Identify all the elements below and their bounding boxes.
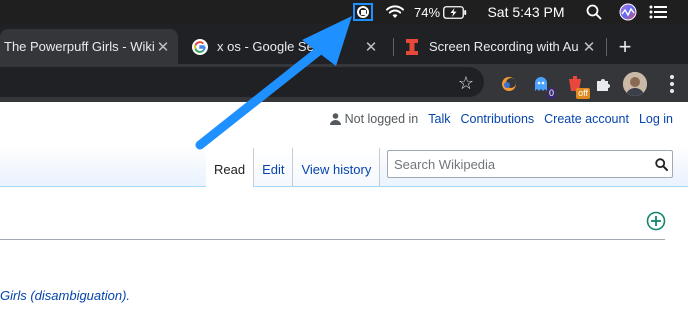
menu-bar: 74% Sat 5:43 PM	[0, 0, 688, 24]
new-tab-button[interactable]: +	[612, 34, 638, 60]
control-center-icon[interactable]	[648, 0, 668, 24]
recording-app-icon	[404, 38, 420, 55]
extension-ghost-icon[interactable]: 0	[530, 73, 556, 99]
close-icon[interactable]: ✕	[580, 38, 598, 56]
clock[interactable]: Sat 5:43 PM	[482, 0, 570, 24]
user-icon	[329, 113, 341, 125]
tab-title: x os - Google Se	[217, 39, 314, 54]
google-icon	[192, 38, 208, 55]
highlight-box	[353, 3, 373, 21]
search-input[interactable]	[388, 152, 650, 176]
stop-recording-button[interactable]	[350, 0, 376, 24]
tab-read[interactable]: Read	[206, 148, 254, 187]
close-icon[interactable]: ✕	[362, 38, 380, 56]
wikipedia-page: Not logged in Talk Contributions Create …	[0, 102, 688, 317]
extension-badge: off	[576, 88, 590, 99]
tab-strip: The Powerpuff Girls - Wiki ✕ x os - Goog…	[0, 24, 688, 64]
tab-separator	[393, 38, 394, 56]
extensions-puzzle-icon[interactable]	[592, 73, 614, 95]
bookmark-star-icon[interactable]: ☆	[456, 73, 476, 93]
browser-menu-icon[interactable]	[664, 72, 680, 96]
log-in-link[interactable]: Log in	[639, 112, 673, 126]
heading-divider	[0, 239, 665, 240]
tab-view-history[interactable]: View history	[292, 148, 381, 186]
tab-title: Screen Recording with Au	[429, 39, 579, 54]
view-tabs: Read Edit View history	[206, 148, 381, 187]
tab-title: The Powerpuff Girls - Wiki	[4, 39, 154, 54]
wikipedia-search	[387, 150, 673, 178]
siri-icon[interactable]	[618, 0, 638, 24]
add-circle-icon[interactable]	[646, 211, 666, 231]
search-icon[interactable]	[650, 153, 672, 175]
battery-icon[interactable]	[443, 0, 467, 24]
contributions-link[interactable]: Contributions	[461, 112, 535, 126]
extension-orange-icon[interactable]	[498, 73, 520, 95]
spotlight-search-icon[interactable]	[584, 0, 604, 24]
create-account-link[interactable]: Create account	[544, 112, 629, 126]
disambiguation-link[interactable]: Girls (disambiguation).	[0, 288, 130, 303]
not-logged-in-text: Not logged in	[344, 112, 419, 126]
address-bar[interactable]	[0, 67, 484, 97]
tab-edit[interactable]: Edit	[253, 148, 293, 186]
tab-google[interactable]: x os - Google Se ✕	[186, 29, 386, 64]
extension-off-icon[interactable]: off	[564, 73, 590, 99]
personal-tools: Not logged in Talk Contributions Create …	[329, 112, 673, 126]
tab-screen-recording[interactable]: Screen Recording with Au ✕	[396, 29, 604, 64]
extension-badge: 0	[546, 88, 556, 99]
close-icon[interactable]: ✕	[154, 38, 172, 56]
stop-recording-icon	[357, 6, 369, 18]
browser-toolbar: ☆ 0 off	[0, 64, 688, 102]
battery-percent: 74%	[413, 4, 441, 20]
tab-wikipedia[interactable]: The Powerpuff Girls - Wiki ✕	[0, 29, 178, 64]
profile-avatar[interactable]	[623, 72, 647, 96]
wifi-icon[interactable]	[384, 0, 406, 24]
talk-link[interactable]: Talk	[428, 112, 450, 126]
tab-separator	[606, 38, 607, 56]
